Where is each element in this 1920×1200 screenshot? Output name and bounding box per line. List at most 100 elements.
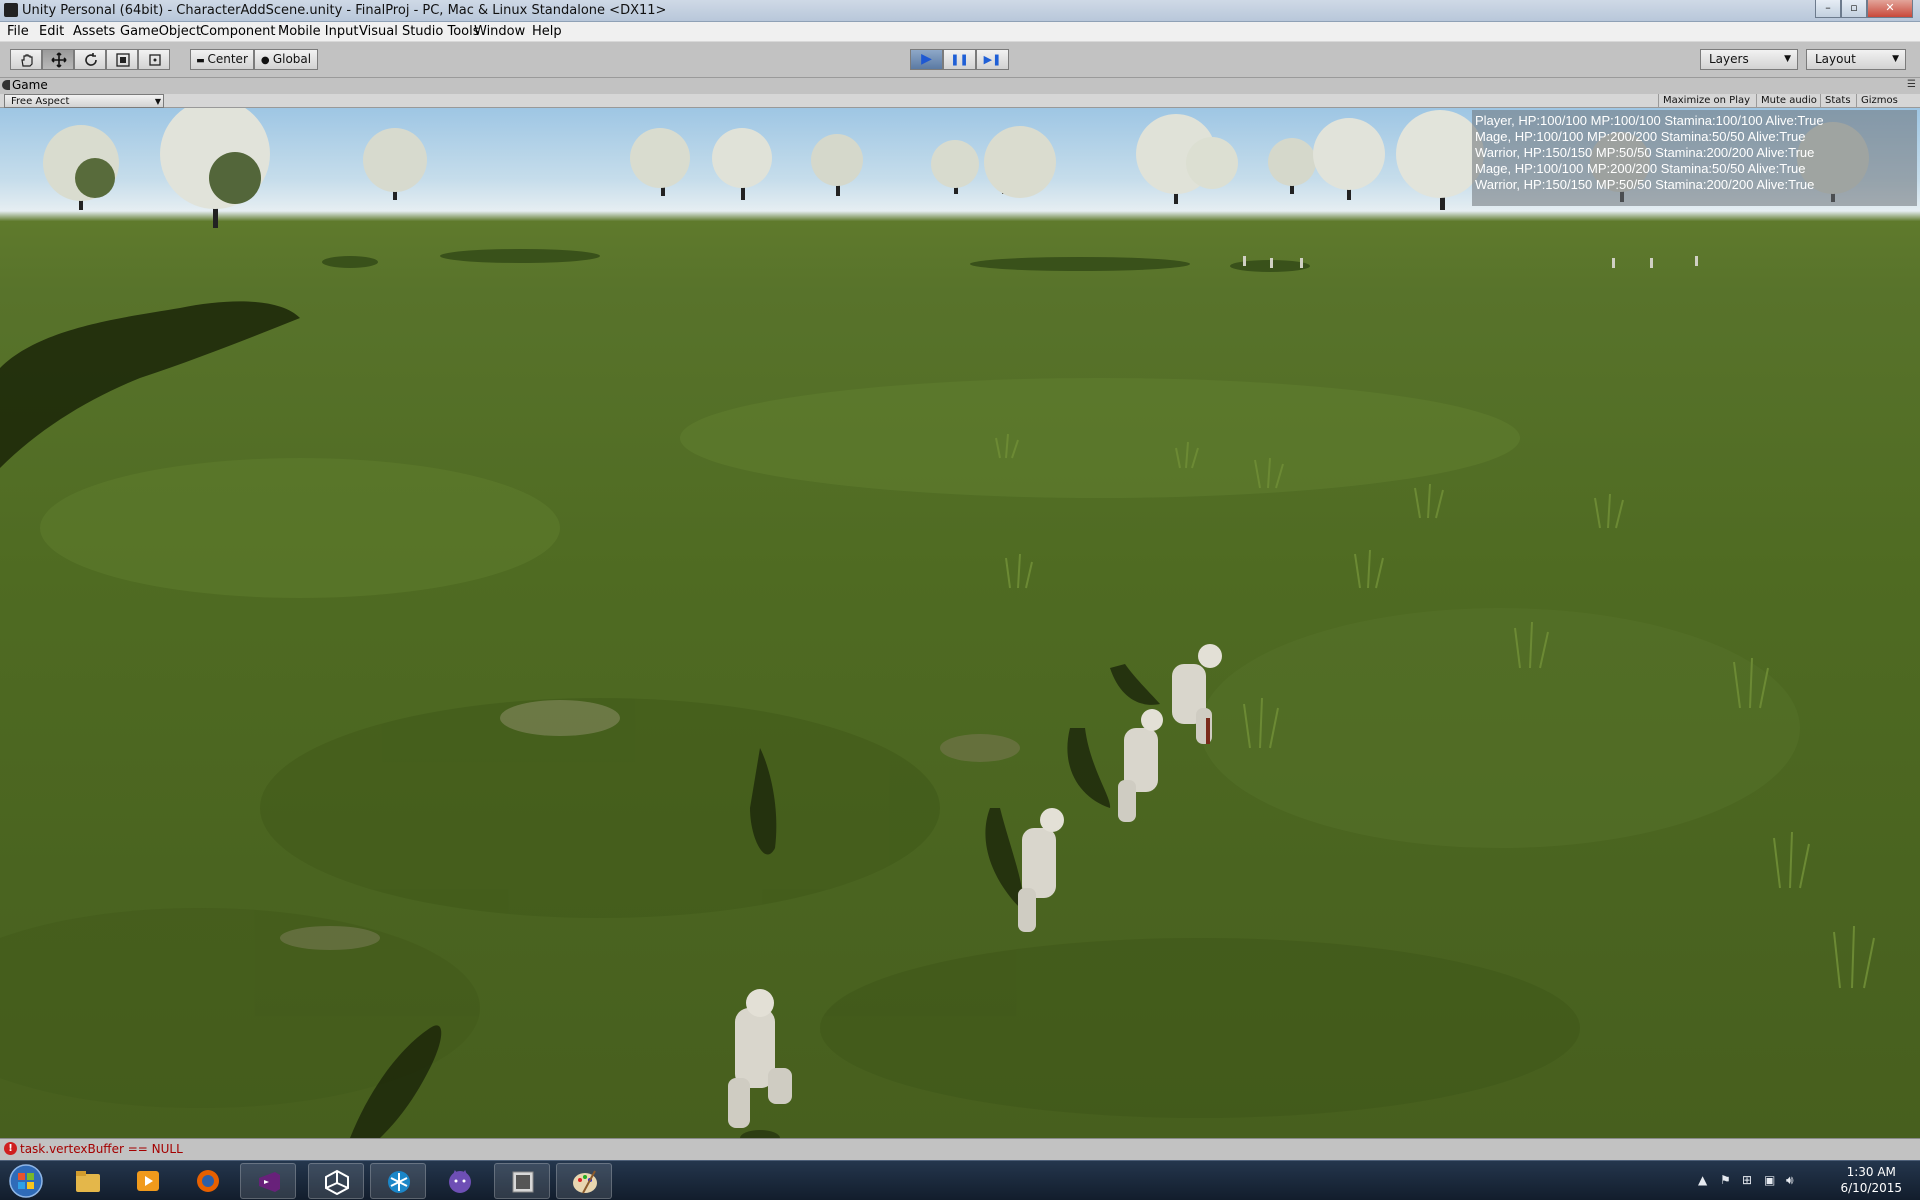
step-icon: ▶❚ — [983, 53, 1002, 66]
window-icon — [512, 1171, 534, 1193]
game-viewport[interactable]: Player, HP:100/100 MP:100/100 Stamina:10… — [0, 108, 1920, 1138]
pivot-global-button[interactable]: ● Global — [254, 49, 318, 70]
hand-tool-button[interactable] — [10, 49, 42, 70]
console-error-message: task.vertexBuffer == NULL — [20, 1142, 183, 1156]
minimize-button[interactable]: – — [1815, 0, 1841, 18]
pivot-center-label: Center — [207, 52, 248, 66]
stat-line-warrior-2: Warrior, HP:150/150 MP:50/50 Stamina:200… — [1475, 177, 1815, 192]
network-icon[interactable]: ▣ — [1764, 1173, 1775, 1187]
pivot-center-button[interactable]: ▬ Center — [190, 49, 254, 70]
tree — [931, 140, 979, 194]
clock-date: 6/10/2015 — [1840, 1181, 1902, 1195]
pause-button[interactable]: ❚❚ — [943, 49, 976, 70]
clock[interactable]: 1:30 AM 6/10/2015 — [1840, 1164, 1902, 1196]
clock-time: 1:30 AM — [1846, 1165, 1896, 1179]
layers-dropdown[interactable]: Layers ▼ — [1700, 49, 1798, 70]
distant-characters — [1243, 256, 1698, 268]
grass-texture — [0, 378, 1800, 1118]
game-tab-label: Game — [12, 78, 48, 92]
menu-visual-studio-tools[interactable]: Visual Studio Tools — [359, 24, 480, 39]
menu-mobile-input[interactable]: Mobile Input — [278, 24, 358, 39]
tree — [160, 108, 270, 228]
game-tab[interactable]: Game ☰ — [0, 78, 1920, 94]
rect-tool-button[interactable] — [138, 49, 170, 70]
maximize-on-play-toggle[interactable]: Maximize on Play — [1658, 94, 1754, 108]
unity-icon — [325, 1169, 349, 1195]
hand-icon — [21, 54, 33, 67]
snowflake-icon — [388, 1171, 410, 1193]
character-mage — [985, 808, 1064, 932]
tree — [984, 126, 1056, 198]
rect-icon — [149, 54, 161, 66]
tree — [712, 128, 772, 200]
panel-menu-icon[interactable]: ☰ — [1907, 79, 1916, 90]
title-bar: Unity Personal (64bit) - CharacterAddSce… — [0, 0, 1920, 22]
taskbar-paint[interactable] — [556, 1163, 612, 1199]
move-tool-button[interactable] — [42, 49, 74, 70]
console-status-bar[interactable]: ! task.vertexBuffer == NULL — [0, 1138, 1920, 1160]
stats-toggle[interactable]: Stats — [1820, 94, 1855, 108]
play-button[interactable]: ▶ — [910, 49, 943, 70]
game-view-toolbar: Free Aspect ▼ Maximize on Play Mute audio… — [0, 94, 1920, 108]
menu-gameobject[interactable]: GameObject — [120, 24, 201, 39]
windows-taskbar: ▲ ⚑ ⊞ ▣ 🔊︎ 1:30 AM 6/10/2015 — [0, 1160, 1920, 1200]
taskbar-media-player[interactable] — [120, 1163, 176, 1199]
aspect-dropdown[interactable]: Free Aspect ▼ — [4, 94, 164, 108]
close-button[interactable]: ✕ — [1867, 0, 1913, 18]
tree — [630, 128, 690, 196]
system-tray: ▲ ⚑ ⊞ ▣ 🔊︎ 1:30 AM 6/10/2015 — [1690, 1161, 1920, 1200]
maximize-button[interactable]: ▫ — [1841, 0, 1867, 18]
menu-help[interactable]: Help — [532, 24, 562, 39]
volume-icon[interactable]: 🔊︎ — [1786, 1173, 1794, 1188]
taskbar-file-explorer[interactable] — [60, 1163, 116, 1199]
taskbar-app-window[interactable] — [494, 1163, 550, 1199]
game-view-icon — [2, 80, 10, 90]
action-center-flag-icon[interactable]: ⚑ — [1720, 1173, 1731, 1187]
menu-edit[interactable]: Edit — [39, 24, 64, 39]
tree — [1136, 114, 1238, 204]
media-player-icon — [137, 1171, 159, 1191]
layout-label: Layout — [1815, 52, 1856, 66]
pause-icon: ❚❚ — [950, 53, 969, 66]
stat-line-mage-2: Mage, HP:100/100 MP:200/200 Stamina:50/5… — [1475, 161, 1806, 176]
pivot-icon: ▬ — [196, 56, 208, 66]
windows-flag-icon[interactable]: ⊞ — [1742, 1173, 1752, 1187]
stat-line-warrior: Warrior, HP:150/150 MP:50/50 Stamina:200… — [1475, 145, 1815, 160]
taskbar-visual-studio[interactable] — [240, 1163, 296, 1199]
tree — [811, 134, 863, 196]
menu-file[interactable]: File — [7, 24, 29, 39]
scale-tool-button[interactable] — [106, 49, 138, 70]
distant-bushes — [322, 249, 1310, 272]
chevron-down-icon: ▼ — [1784, 54, 1791, 64]
start-button[interactable] — [6, 1163, 46, 1199]
menu-bar: File Edit Assets GameObject Component Mo… — [0, 22, 1920, 42]
tree-shadow — [0, 301, 300, 468]
taskbar-app-snowflake[interactable] — [370, 1163, 426, 1199]
layout-dropdown[interactable]: Layout ▼ — [1806, 49, 1906, 70]
mute-audio-toggle[interactable]: Mute audio — [1756, 94, 1821, 108]
windows-logo-icon — [9, 1164, 43, 1198]
layers-label: Layers — [1709, 52, 1749, 66]
tree — [1313, 118, 1385, 200]
game-scene — [0, 108, 1875, 1138]
taskbar-app-cat[interactable] — [432, 1163, 488, 1199]
taskbar-unity[interactable] — [308, 1163, 364, 1199]
character-stats-overlay: Player, HP:100/100 MP:100/100 Stamina:10… — [1472, 110, 1917, 206]
window-title: Unity Personal (64bit) - CharacterAddSce… — [22, 3, 667, 18]
tree — [363, 128, 427, 200]
unity-editor-window: Unity Personal (64bit) - CharacterAddSce… — [0, 0, 1920, 1200]
show-hidden-icons-icon[interactable]: ▲ — [1698, 1173, 1707, 1187]
folder-icon — [76, 1171, 100, 1192]
stat-line-player: Player, HP:100/100 MP:100/100 Stamina:10… — [1475, 113, 1824, 128]
taskbar-firefox[interactable] — [180, 1163, 236, 1199]
rotate-tool-button[interactable] — [74, 49, 106, 70]
firefox-icon — [197, 1170, 219, 1192]
menu-assets[interactable]: Assets — [73, 24, 115, 39]
gizmos-toggle[interactable]: Gizmos — [1856, 94, 1902, 108]
step-button[interactable]: ▶❚ — [976, 49, 1009, 70]
menu-component[interactable]: Component — [200, 24, 275, 39]
chevron-down-icon: ▼ — [1892, 54, 1899, 64]
cat-icon — [449, 1169, 471, 1193]
menu-window[interactable]: Window — [474, 24, 525, 39]
paint-palette-icon — [573, 1170, 597, 1194]
